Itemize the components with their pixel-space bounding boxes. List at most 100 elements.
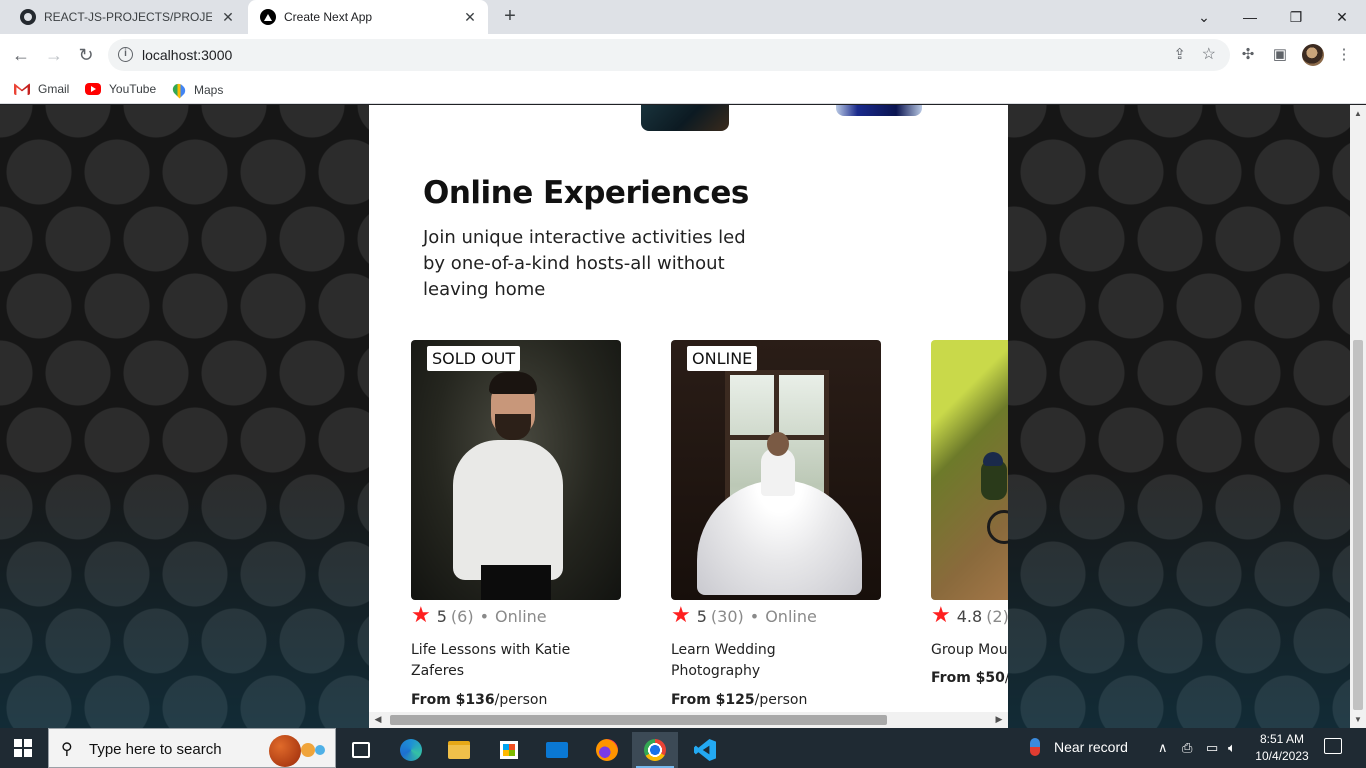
volume-icon[interactable]: 🔈︎ [1228, 740, 1236, 756]
back-arrow-icon[interactable]: ← [8, 42, 34, 68]
bookmark-gmail[interactable]: Gmail [14, 82, 69, 96]
weather-widget[interactable]: Near record [1030, 738, 1128, 756]
card-location: Online [495, 606, 547, 626]
scroll-right-arrow-icon[interactable]: ▶ [992, 714, 1006, 725]
card-price: From $50/p [931, 670, 1008, 686]
forward-arrow-icon[interactable]: → [41, 42, 67, 68]
firefox-app[interactable] [584, 732, 630, 768]
file-explorer-app[interactable] [436, 732, 482, 768]
menu-kebab-icon[interactable]: ⋮ [1334, 45, 1354, 65]
page-background: Online Experiences Join unique interacti… [0, 105, 1350, 728]
taskbar-search-box[interactable]: ⚲ Type here to search [48, 728, 336, 768]
nextjs-icon [260, 9, 276, 25]
share-icon[interactable]: ⇪ [1173, 45, 1186, 63]
close-window-button[interactable]: ✕ [1322, 4, 1362, 30]
card-photo[interactable]: SOLD OUT [411, 340, 621, 600]
horizontal-scrollbar[interactable]: ◀ ▶ [369, 712, 1008, 728]
bookmark-star-icon[interactable]: ☆ [1202, 44, 1216, 64]
photo-figure [774, 370, 779, 440]
card-rating: 5 [436, 606, 447, 626]
tab-github-project[interactable]: REACT-JS-PROJECTS/PROJECT 0 ✕ [8, 0, 246, 34]
firefox-icon [596, 739, 618, 761]
bookmark-label: YouTube [109, 82, 157, 96]
reload-icon[interactable]: ↻ [73, 42, 99, 68]
site-info-icon[interactable]: i [118, 47, 133, 62]
restore-button[interactable]: ❐ [1276, 4, 1316, 30]
battery-icon[interactable]: ▭ [1206, 740, 1218, 756]
bookmark-maps[interactable]: Maps [170, 81, 224, 99]
bookmark-youtube[interactable]: YouTube [85, 82, 156, 96]
card-photo[interactable] [931, 340, 1008, 600]
task-view-button[interactable] [338, 732, 384, 768]
profile-avatar[interactable] [1302, 44, 1324, 66]
notification-center-icon[interactable] [1324, 738, 1342, 754]
photo-figure [697, 480, 862, 595]
browser-toolbar: ← → ↻ i localhost:3000 ⇪ ☆ ✣ ▣ ⋮ [0, 34, 1366, 76]
vscode-icon [694, 739, 716, 761]
chrome-app[interactable] [632, 732, 678, 768]
store-app[interactable] [486, 732, 532, 768]
experience-card[interactable]: ONLINE ★ 5 (30) • Online Learn Wedding P… [671, 340, 881, 708]
star-icon: ★ [931, 603, 951, 628]
folder-icon [448, 741, 470, 759]
meet-now-icon[interactable]: ⎙ [1182, 740, 1192, 756]
section-heading: Online Experiences [423, 175, 749, 211]
scrollbar-thumb[interactable] [1353, 340, 1363, 710]
bookmark-label: Gmail [38, 82, 70, 96]
card-photo[interactable]: ONLINE [671, 340, 881, 600]
close-tab-icon[interactable]: ✕ [462, 9, 478, 25]
minimize-button[interactable]: — [1230, 4, 1270, 30]
experience-card[interactable]: SOLD OUT ★ 5 (6) • Online Life Lessons w… [411, 340, 621, 708]
address-bar[interactable]: i localhost:3000 ⇪ ☆ [108, 39, 1230, 71]
photo-figure [495, 414, 531, 440]
extensions-puzzle-icon[interactable]: ✣ [1238, 45, 1258, 65]
tab-title: Create Next App [284, 10, 373, 24]
url-text[interactable]: localhost:3000 [142, 47, 232, 63]
close-tab-icon[interactable]: ✕ [220, 9, 236, 25]
tab-create-next-app[interactable]: Create Next App ✕ [248, 0, 488, 34]
price-unit: /person [754, 692, 808, 708]
show-hidden-icons-chevron-icon[interactable]: ∧ [1158, 740, 1168, 756]
photo-figure [987, 510, 1008, 544]
photo-figure [983, 452, 1003, 466]
new-tab-button[interactable]: + [498, 5, 522, 29]
scroll-left-arrow-icon[interactable]: ◀ [371, 714, 385, 725]
card-title: Learn Wedding Photography [671, 642, 776, 679]
photo-figure [489, 372, 537, 394]
windows-taskbar: ⚲ Type here to search Near record ∧ ⎙ ▭ … [0, 728, 1366, 768]
side-panel-icon[interactable]: ▣ [1270, 45, 1290, 65]
gmail-icon [14, 83, 30, 95]
maps-icon [170, 81, 188, 99]
price-amount: From $136 [411, 692, 495, 708]
content-panel: Online Experiences Join unique interacti… [369, 105, 1008, 728]
card-title: Group Mou [931, 642, 1008, 658]
photo-figure [767, 432, 789, 456]
card-price: From $136/person [411, 692, 547, 708]
weather-text: Near record [1054, 739, 1128, 755]
card-review-count: (6) [450, 606, 474, 626]
tab-search-chevron-icon[interactable]: ⌄ [1184, 4, 1224, 30]
photo-figure [453, 440, 563, 580]
mail-icon [546, 742, 568, 758]
card-price: From $125/person [671, 692, 807, 708]
search-highlight-icon [267, 735, 329, 767]
bookmark-label: Maps [194, 83, 224, 97]
photo-figure [981, 460, 1007, 500]
experience-card[interactable]: ★ 4.8 (2) • Group Mou From $50/p [931, 340, 1008, 686]
vscode-app[interactable] [682, 732, 728, 768]
star-icon: ★ [411, 603, 431, 628]
windows-start-icon[interactable] [14, 739, 32, 757]
scroll-up-arrow-icon[interactable]: ▲ [1353, 109, 1363, 118]
separator-dot: • [479, 606, 490, 626]
scroll-down-arrow-icon[interactable]: ▼ [1353, 715, 1363, 724]
card-stats: ★ 5 (6) • Online [411, 603, 547, 628]
price-unit: /p [1005, 670, 1008, 686]
card-review-count: (2) [986, 606, 1008, 626]
mail-app[interactable] [534, 732, 580, 768]
clock-time: 8:51 AM [1259, 732, 1305, 746]
vertical-scrollbar[interactable]: ▲ ▼ [1350, 105, 1366, 728]
system-clock[interactable]: 8:51 AM 10/4/2023 [1250, 731, 1314, 765]
tab-strip: REACT-JS-PROJECTS/PROJECT 0 ✕ Create Nex… [0, 0, 1366, 34]
scrollbar-thumb[interactable] [390, 715, 887, 725]
edge-app[interactable] [388, 732, 434, 768]
